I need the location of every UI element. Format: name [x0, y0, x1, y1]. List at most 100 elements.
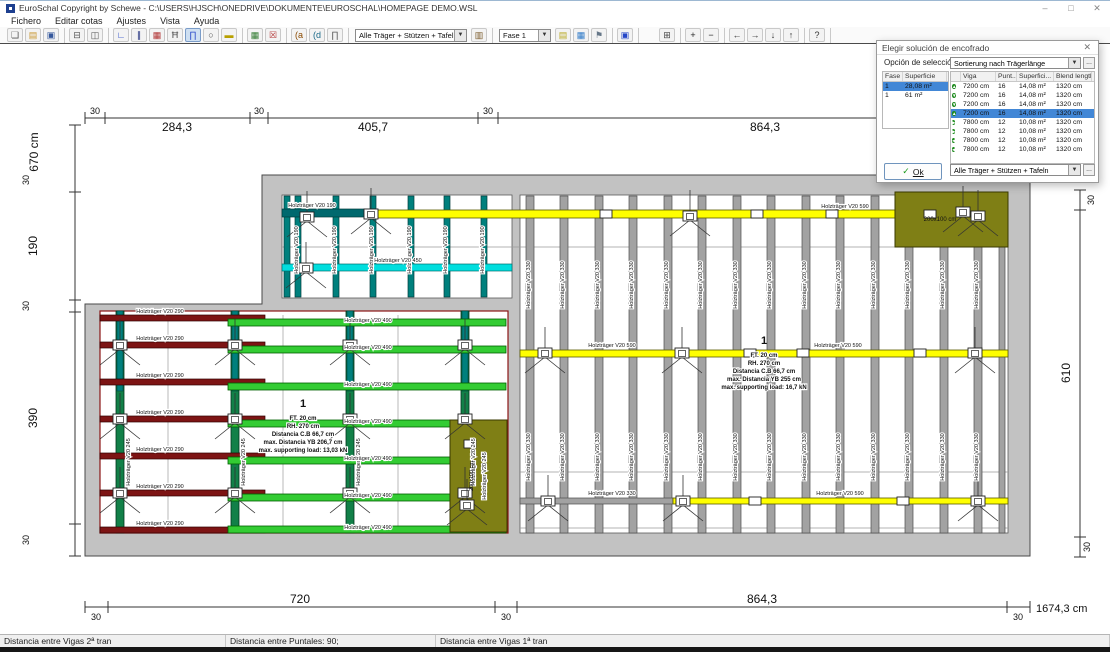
gray-beam	[871, 196, 879, 533]
print-button[interactable]: ⊟	[69, 28, 85, 42]
table-row[interactable]: ▲7200 cm1614,08 m²1320 cm	[951, 109, 1094, 118]
gray-beam	[629, 196, 637, 533]
notes-button[interactable]: ▤	[555, 28, 571, 42]
pan-right-button[interactable]: →	[747, 28, 763, 42]
sort-dropdown[interactable]: Sortierung nach Trägerlänge ▼	[950, 57, 1081, 69]
menu-ajustes[interactable]: Ajustes	[110, 16, 154, 26]
dimension-mode-icon: ∟	[117, 31, 126, 40]
open-file-button[interactable]: ▤	[25, 28, 41, 42]
zoom-window-button[interactable]: ○	[203, 28, 219, 42]
chevron-down-icon[interactable]: ▼	[1068, 165, 1080, 175]
chevron-down-icon[interactable]: ▼	[454, 30, 466, 41]
column-header[interactable]	[951, 72, 961, 81]
dimension-mode-button[interactable]: ∟	[113, 28, 129, 42]
info-panel-button[interactable]: ▣	[617, 28, 633, 42]
beam-label: Holzträger V20 330	[836, 433, 842, 480]
gray-beam	[664, 196, 672, 533]
panel-grid-button[interactable]: ▦	[573, 28, 589, 42]
beam-label: Holzträger V20 290	[136, 484, 183, 490]
beam-label: Holzträger V20 190	[480, 226, 486, 273]
pan-left-button[interactable]: ←	[729, 28, 745, 42]
sort-more-button[interactable]: ...	[1083, 57, 1095, 69]
minimize-button[interactable]: –	[1032, 1, 1058, 15]
menu-editar-cotas[interactable]: Editar cotas	[48, 16, 110, 26]
flag-marker-button[interactable]: ⚑	[591, 28, 607, 42]
chevron-down-icon[interactable]: ▼	[1068, 58, 1080, 68]
table-row[interactable]: ▶7800 cm1210,08 m²1320 cm	[951, 118, 1094, 127]
annotation-line: max. supporting load: 13,03 kN	[259, 448, 348, 454]
close-button[interactable]: ✕	[1084, 1, 1110, 15]
table-row[interactable]: ▲7200 cm1614,08 m²1320 cm	[951, 82, 1094, 91]
annotation-line: Distancia C.B 66,7 cm	[272, 432, 334, 438]
props-view-button[interactable]: ∥	[131, 28, 147, 42]
panel-grid-icon: ▦	[577, 31, 586, 40]
check-icon: ✓	[902, 166, 910, 177]
view-filter-select[interactable]: Alle Träger + Stützen + Tafeln▼	[355, 29, 467, 42]
beam-label: Holzträger V20 330	[802, 261, 808, 308]
beam-label: Holzträger V20 330	[526, 261, 532, 308]
beam-label: Holzträger V20 330	[733, 433, 739, 480]
table-row[interactable]: ▼7200 cm1614,08 m²1320 cm	[951, 100, 1094, 109]
column-header[interactable]: Punt...	[996, 72, 1017, 81]
table-row[interactable]: ▶7800 cm1210,08 m²1320 cm	[951, 127, 1094, 136]
pan-up-button[interactable]: ↑	[783, 28, 799, 42]
beam-single-button[interactable]: ▬	[221, 28, 237, 42]
table-row[interactable]: ◀7800 cm1210,08 m²1320 cm	[951, 136, 1094, 145]
table-row[interactable]: ▼7200 cm1614,08 m²1320 cm	[951, 91, 1094, 100]
column-header[interactable]: Viga	[961, 72, 996, 81]
solution-table-button[interactable]: ▦	[247, 28, 263, 42]
solution-delete-button[interactable]: ☒	[265, 28, 281, 42]
dim-label: 30	[1086, 195, 1096, 205]
beam-label: Holzträger V20 245	[482, 452, 488, 499]
filter-more-button[interactable]: ...	[1083, 164, 1095, 176]
dialog-title: Elegir solución de encofrado	[882, 43, 1081, 53]
beam-label: Holzträger V20 330	[664, 433, 670, 480]
pan-down-button[interactable]: ↓	[765, 28, 781, 42]
column-header[interactable]: Superficie	[903, 72, 947, 81]
menu-fichero[interactable]: Fichero	[4, 16, 48, 26]
menu-vista[interactable]: Vista	[153, 16, 187, 26]
status-bar: Distancia entre Vigas 2ª tranDistancia e…	[0, 634, 1110, 648]
maximize-button[interactable]: □	[1058, 1, 1084, 15]
dialog-close-icon[interactable]: ✕	[1081, 42, 1093, 53]
panels-view-button[interactable]: ▦	[149, 28, 165, 42]
beam-label: Holzträger V20 490	[344, 318, 391, 324]
menu-ayuda[interactable]: Ayuda	[187, 16, 226, 26]
solution-book-button[interactable]: ▥	[471, 28, 487, 42]
beam-label: Holzträger V20 490	[344, 456, 391, 462]
beam-edit-icon: Ħ	[172, 31, 179, 40]
dialog-filter-value: Alle Träger + Stützen + Tafeln	[951, 166, 1068, 175]
edge-dim-left-button[interactable]: (a	[291, 28, 307, 42]
save-file-button[interactable]: ▣	[43, 28, 59, 42]
print-preview-button[interactable]: ◫	[87, 28, 103, 42]
beam-label: Holzträger V20 190	[407, 226, 413, 273]
phase-select[interactable]: Fase 1▼	[499, 29, 551, 42]
table-row[interactable]: ◀7800 cm1210,08 m²1320 cm	[951, 145, 1094, 154]
table-row[interactable]: 128,08 m²	[883, 82, 948, 91]
zoom-in-button[interactable]: +	[685, 28, 701, 42]
edge-dim-right-button[interactable]: (d	[309, 28, 325, 42]
zoom-all-button[interactable]: ⊞	[659, 28, 675, 42]
beam-label: Holzträger V20 330	[802, 433, 808, 480]
zoom-help-button[interactable]: ?	[809, 28, 825, 42]
pan-down-icon: ↓	[771, 31, 776, 40]
slab-table-button[interactable]: ∏	[327, 28, 343, 42]
beam-label: Holzträger V20 330	[767, 433, 773, 480]
beam-label: Holzträger V20 330	[698, 433, 704, 480]
table-row[interactable]: 161 m²	[883, 91, 948, 100]
column-header[interactable]: Blend length	[1054, 72, 1092, 81]
dim-label: 284,3	[162, 120, 192, 134]
open-file-icon: ▤	[29, 31, 38, 40]
print-preview-icon: ◫	[91, 31, 100, 40]
slab-view-button[interactable]: ∏	[185, 28, 201, 42]
zoom-out-button[interactable]: −	[703, 28, 719, 42]
beam-label: Holzträger V20 290	[136, 410, 183, 416]
column-header[interactable]: Fase	[883, 72, 903, 81]
new-document-button[interactable]: ❏	[7, 28, 23, 42]
beam-edit-button[interactable]: Ħ	[167, 28, 183, 42]
ok-button[interactable]: ✓ Ok	[884, 163, 942, 180]
column-header[interactable]: Superfici...	[1017, 72, 1054, 81]
dialog-filter-dropdown[interactable]: Alle Träger + Stützen + Tafeln ▼	[950, 164, 1081, 176]
chevron-down-icon[interactable]: ▼	[538, 30, 550, 41]
title-bar: EuroSchal Copyright by Schewe - C:\USERS…	[0, 0, 1110, 15]
